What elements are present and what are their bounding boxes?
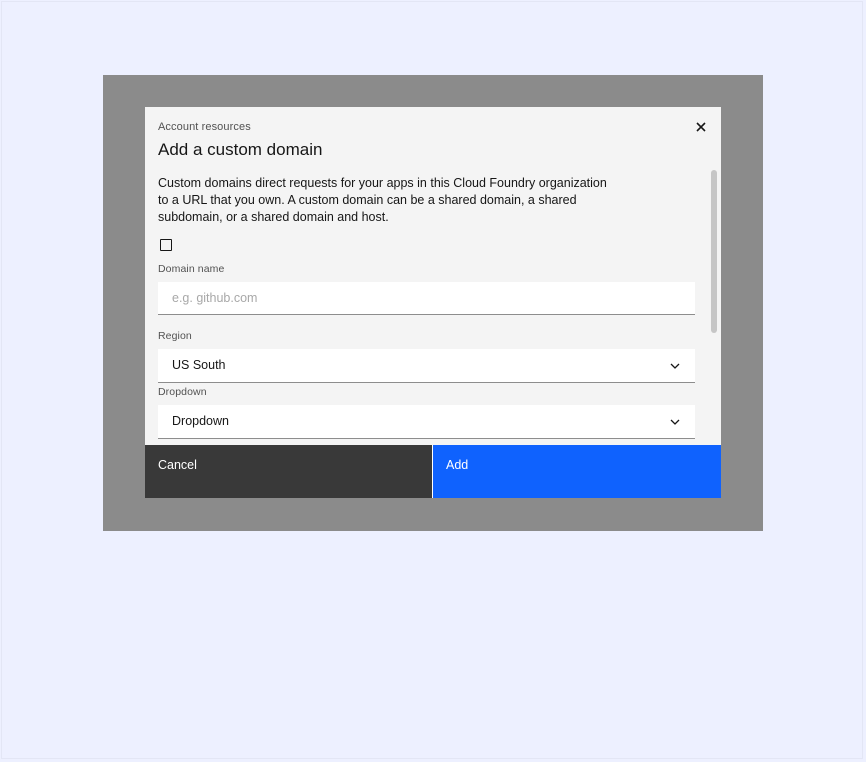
region-select[interactable]: US South — [158, 349, 695, 383]
close-icon — [691, 117, 711, 137]
modal-body: Custom domains direct requests for your … — [145, 169, 721, 445]
chevron-down-icon — [670, 361, 680, 371]
modal-footer: Cancel Add — [145, 445, 721, 498]
modal-scrollbar[interactable] — [710, 170, 719, 445]
modal-title: Add a custom domain — [158, 140, 323, 159]
chevron-down-icon — [670, 417, 680, 427]
domain-name-label: Domain name — [158, 263, 225, 275]
cancel-button[interactable]: Cancel — [145, 445, 432, 498]
dropdown-label: Dropdown — [158, 386, 207, 398]
close-button[interactable] — [691, 117, 711, 137]
dropdown-select[interactable]: Dropdown — [158, 405, 695, 439]
modal-description: Custom domains direct requests for your … — [158, 176, 607, 224]
modal-overlay: Account resources Add a custom domain Cu… — [103, 75, 763, 531]
region-select-value: US South — [172, 358, 226, 372]
region-label: Region — [158, 330, 192, 342]
add-custom-domain-modal: Account resources Add a custom domain Cu… — [145, 107, 721, 498]
modal-label: Account resources — [158, 121, 251, 133]
checkbox[interactable] — [160, 239, 172, 251]
scrollbar-thumb[interactable] — [711, 170, 717, 333]
add-button[interactable]: Add — [432, 445, 721, 498]
domain-name-input[interactable] — [158, 282, 695, 315]
add-button-label: Add — [446, 458, 469, 472]
dropdown-select-value: Dropdown — [172, 414, 229, 428]
cancel-button-label: Cancel — [158, 458, 197, 472]
